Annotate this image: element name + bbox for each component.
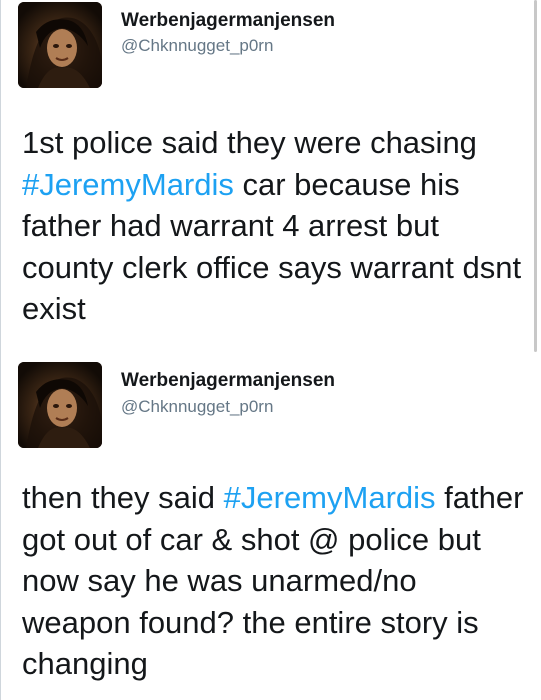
tweet-card: Werbenjagermanjensen @Chknnugget_p0rn 1s…	[0, 0, 541, 350]
tweet-text-start: 1st police said they were chasing	[22, 125, 477, 160]
tweet-card: Werbenjagermanjensen @Chknnugget_p0rn th…	[0, 350, 541, 700]
avatar[interactable]	[18, 362, 102, 448]
profile-photo-icon	[18, 362, 102, 448]
scrollbar[interactable]	[534, 0, 537, 352]
display-name[interactable]: Werbenjagermanjensen	[121, 10, 335, 32]
tweet-text-start: then they said	[22, 480, 224, 515]
hashtag-link[interactable]: #JeremyMardis	[224, 480, 436, 515]
user-handle[interactable]: @Chknnugget_p0rn	[121, 397, 273, 417]
user-handle[interactable]: @Chknnugget_p0rn	[121, 36, 273, 56]
hashtag-link[interactable]: #JeremyMardis	[22, 167, 234, 202]
profile-photo-icon	[18, 2, 102, 88]
display-name[interactable]: Werbenjagermanjensen	[121, 370, 335, 392]
tweet-text: 1st police said they were chasing #Jerem…	[22, 122, 532, 330]
avatar[interactable]	[18, 2, 102, 88]
tweet-text: then they said #JeremyMardis father got …	[22, 477, 532, 685]
